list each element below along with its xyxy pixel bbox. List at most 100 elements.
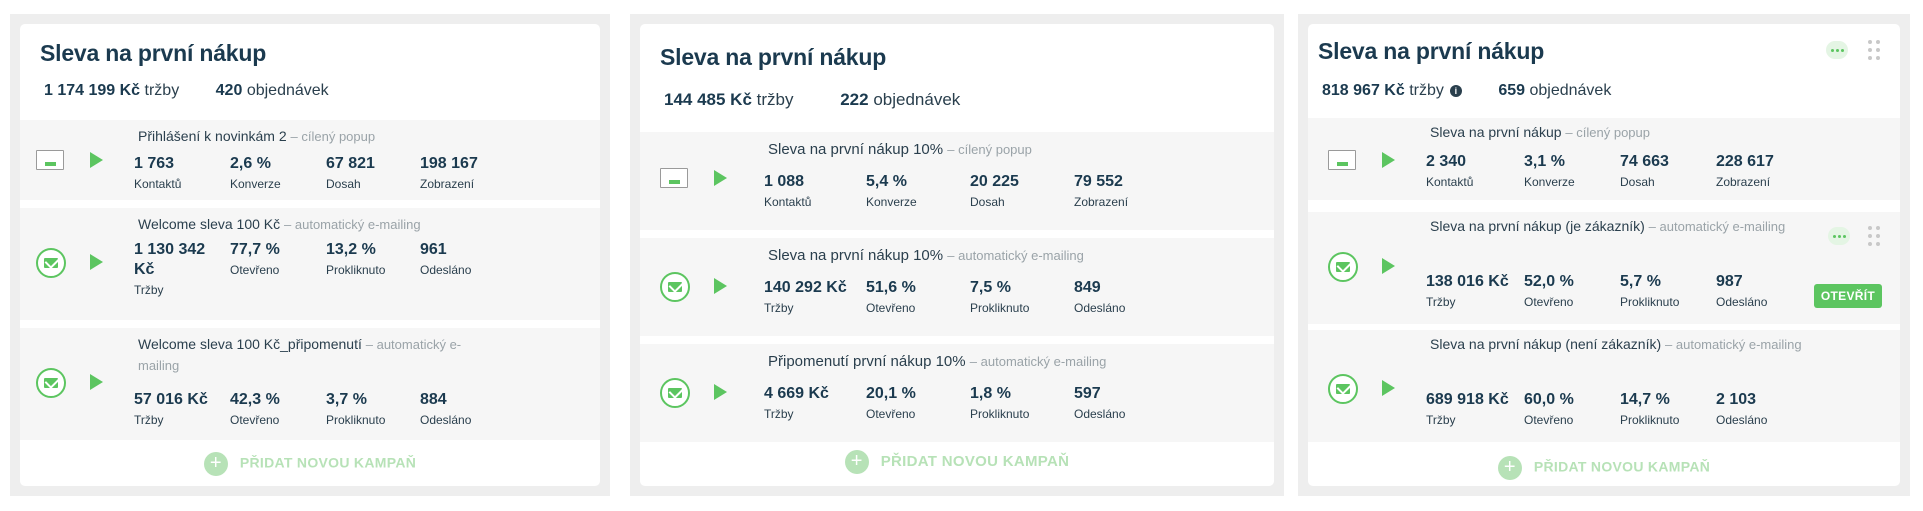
metric-value: 3,1 % <box>1524 153 1565 170</box>
metric: 14,7 % Prokliknuto <box>1620 390 1679 428</box>
campaign-row[interactable]: Přihlášení k novinkám 2 – cílený popup 1… <box>20 120 600 200</box>
campaign-type: – cílený popup <box>947 142 1032 157</box>
play-icon[interactable] <box>1382 152 1395 168</box>
metric: 4 669 Kč Tržby <box>764 384 829 422</box>
metric: 20,1 % Otevřeno <box>866 384 916 422</box>
metric-label: Otevřeno <box>866 407 916 421</box>
metric: 1,8 % Prokliknuto <box>970 384 1029 422</box>
campaign-row[interactable]: Sleva na první nákup 10% – automatický e… <box>640 238 1274 336</box>
campaign-row[interactable]: Sleva na první nákup (není zákazník) – a… <box>1308 330 1900 442</box>
metric-label: Odesláno <box>1716 295 1768 309</box>
metric: 140 292 Kč Tržby <box>764 278 847 316</box>
metric-label: Prokliknuto <box>970 407 1030 421</box>
add-campaign-label: PŘIDAT NOVOU KAMPAŇ <box>1533 458 1711 475</box>
metric: 67 821 Dosah <box>326 154 375 192</box>
email-icon <box>36 368 66 398</box>
metric-value: 597 <box>1074 385 1101 402</box>
campaign-name[interactable]: Sleva na první nákup <box>1430 124 1562 140</box>
metric-value: 198 167 <box>420 155 478 172</box>
campaign-row[interactable]: Sleva na první nákup 10% – cílený popup … <box>640 132 1274 230</box>
metric: 228 617 Zobrazení <box>1716 152 1774 190</box>
campaign-row[interactable]: Welcome sleva 100 Kč – automatický e-mai… <box>20 208 600 320</box>
metric-label: Kontaktů <box>764 195 812 209</box>
metric-label: Zobrazení <box>1716 175 1771 189</box>
play-icon[interactable] <box>1382 380 1395 396</box>
campaign-name[interactable]: Sleva na první nákup (je zákazník) <box>1430 218 1645 234</box>
add-campaign-button[interactable]: + PŘIDAT NOVOU KAMPAŇ <box>20 452 600 476</box>
campaign-name[interactable]: Připomenutí první nákup 10% <box>768 353 966 370</box>
campaign-name[interactable]: Welcome sleva 100 Kč_připomenutí <box>138 336 362 352</box>
metric-label: Otevřeno <box>866 301 916 315</box>
metric-value: 1 130 342 Kč <box>134 241 206 278</box>
campaign-type: – cílený popup <box>1565 125 1650 140</box>
metric: 1 130 342 Kč Tržby <box>134 240 220 298</box>
metric: 60,0 % Otevřeno <box>1524 390 1574 428</box>
campaign-panel-1: Sleva na první nákup 1 174 199 Kč tržby … <box>10 14 610 496</box>
metric: 138 016 Kč Tržby <box>1426 272 1509 310</box>
metric-label: Kontaktů <box>1426 175 1474 189</box>
campaign-name[interactable]: Sleva na první nákup 10% <box>768 141 943 158</box>
campaign-type: – automatický e-mailing <box>947 248 1084 263</box>
metric-label: Tržby <box>134 283 164 297</box>
metric-value: 13,2 % <box>326 241 376 258</box>
play-icon[interactable] <box>714 170 727 186</box>
metric: 74 663 Dosah <box>1620 152 1669 190</box>
metric-value: 60,0 % <box>1524 391 1574 408</box>
campaign-row[interactable]: Sleva na první nákup – cílený popup 2 34… <box>1308 118 1900 200</box>
more-options-icon[interactable] <box>1828 227 1850 245</box>
campaign-row[interactable]: Welcome sleva 100 Kč_připomenutí – autom… <box>20 328 600 440</box>
email-icon <box>36 248 66 278</box>
popup-icon <box>1328 150 1356 170</box>
metric-value: 961 <box>420 241 447 258</box>
add-campaign-button[interactable]: + PŘIDAT NOVOU KAMPAŇ <box>1308 456 1900 480</box>
metric-value: 79 552 <box>1074 173 1123 190</box>
more-options-icon[interactable] <box>1826 41 1848 59</box>
campaign-type: – automatický e-mailing <box>1648 219 1786 234</box>
metric-value: 2 103 <box>1716 391 1757 408</box>
metric-label: Odesláno <box>1074 407 1126 421</box>
metric-label: Dosah <box>970 195 1005 209</box>
metric-value: 67 821 <box>326 155 375 172</box>
play-icon[interactable] <box>90 374 103 390</box>
metric: 961 Odesláno <box>420 240 471 278</box>
drag-handle-icon[interactable] <box>1868 40 1880 60</box>
campaign-name[interactable]: Sleva na první nákup 10% <box>768 247 943 264</box>
campaign-card: Sleva na první nákup 1 174 199 Kč tržby … <box>20 24 600 486</box>
drag-handle-icon[interactable] <box>1868 226 1880 246</box>
play-icon[interactable] <box>714 384 727 400</box>
metric: 849 Odesláno <box>1074 278 1125 316</box>
play-icon[interactable] <box>1382 258 1395 274</box>
orders-value: 222 <box>840 90 869 109</box>
campaign-panel-3: Sleva na první nákup 818 967 Kč tržby i 6… <box>1298 14 1910 496</box>
campaign-name[interactable]: Sleva na první nákup (není zákazník) <box>1430 336 1661 352</box>
info-icon[interactable]: i <box>1449 85 1462 97</box>
campaign-name[interactable]: Welcome sleva 100 Kč <box>138 216 280 232</box>
metric: 1 763 Kontaktů <box>134 154 181 192</box>
play-icon[interactable] <box>90 152 103 168</box>
orders-label: objednávek <box>1529 82 1612 99</box>
metric-label: Tržby <box>1426 295 1456 309</box>
metric: 3,7 % Prokliknuto <box>326 390 385 428</box>
play-icon[interactable] <box>714 278 727 294</box>
campaign-name[interactable]: Přihlášení k novinkám 2 <box>138 128 287 144</box>
play-icon[interactable] <box>90 254 103 270</box>
add-campaign-button[interactable]: + PŘIDAT NOVOU KAMPAŇ <box>640 450 1274 474</box>
campaign-row[interactable]: Sleva na první nákup (je zákazník) – aut… <box>1308 212 1900 324</box>
metric-label: Otevřeno <box>230 413 280 427</box>
revenue-value: 818 967 Kč <box>1322 82 1405 99</box>
campaign-row[interactable]: Připomenutí první nákup 10% – automatick… <box>640 344 1274 442</box>
metric-value: 138 016 Kč <box>1426 273 1509 290</box>
metric: 77,7 % Otevřeno <box>230 240 280 278</box>
open-button[interactable]: OTEVŘÍT <box>1813 284 1882 308</box>
metric-value: 77,7 % <box>230 241 280 258</box>
metric-value: 5,7 % <box>1620 273 1661 290</box>
metric-label: Odesláno <box>420 263 472 277</box>
metric: 689 918 Kč Tržby <box>1426 390 1509 428</box>
metric-value: 2 340 <box>1426 153 1467 170</box>
metric: 5,7 % Prokliknuto <box>1620 272 1679 310</box>
metric-value: 7,5 % <box>970 279 1011 296</box>
email-icon <box>1328 374 1358 404</box>
metric-value: 228 617 <box>1716 153 1774 170</box>
card-title: Sleva na první nákup <box>660 44 887 70</box>
metric-label: Prokliknuto <box>1620 295 1680 309</box>
